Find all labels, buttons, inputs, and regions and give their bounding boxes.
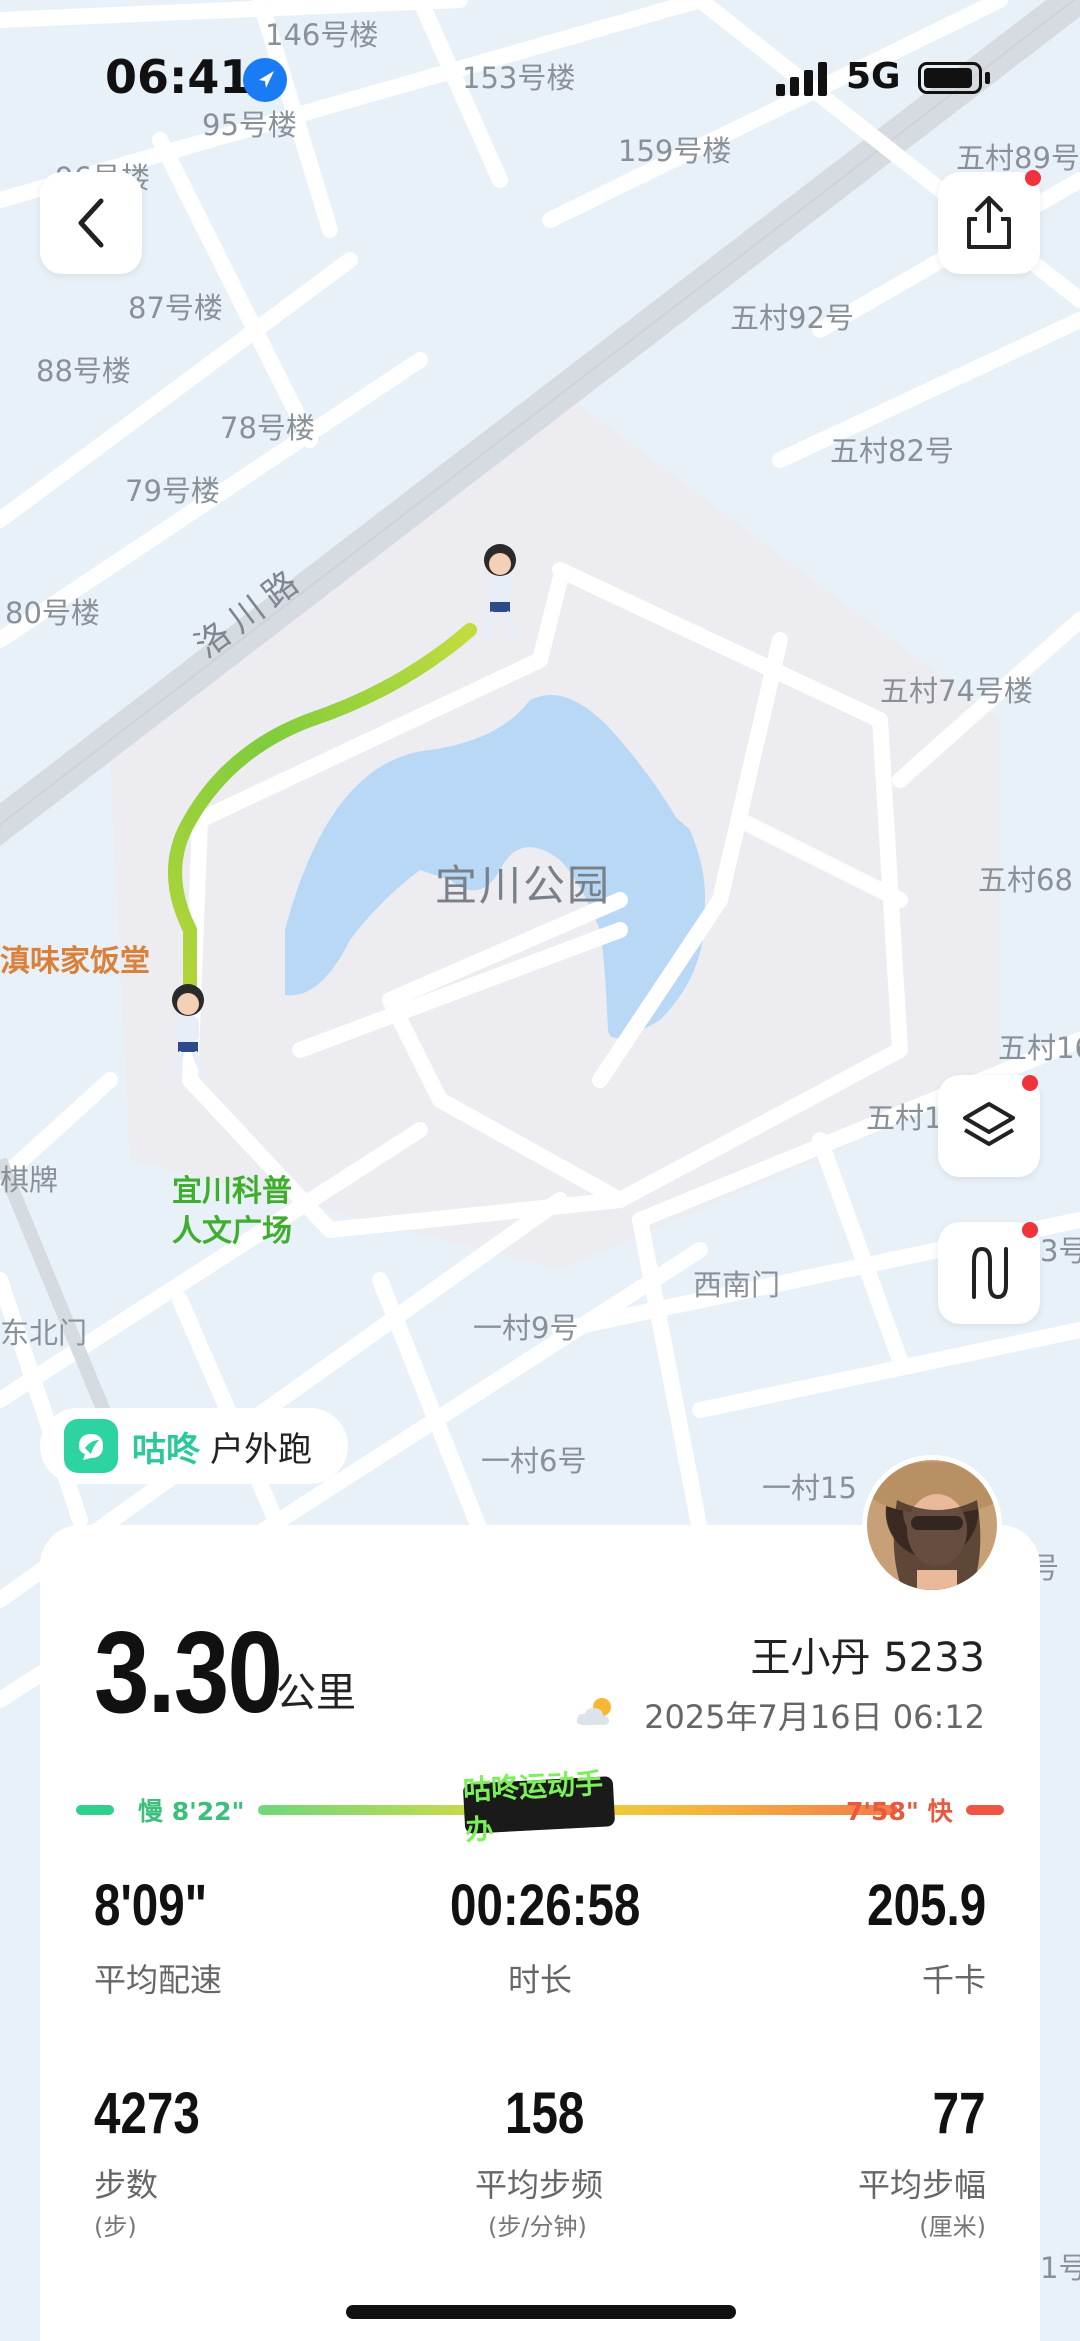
pace-range-bar: 慢 8'22" 咕咚运动手办 7'58" 快 xyxy=(76,1767,1004,1847)
duration-label: 时长 xyxy=(508,1961,573,1999)
map-label: 88号楼 xyxy=(36,354,131,388)
share-notification-dot xyxy=(1025,170,1041,186)
map-label: 五村16 xyxy=(998,1031,1080,1065)
user-avatar[interactable] xyxy=(862,1455,1002,1595)
avg-pace-value: 8'09" xyxy=(94,1873,208,1938)
map-label: 东北门 xyxy=(0,1316,88,1350)
back-button[interactable] xyxy=(40,172,142,274)
map-label: 一村15 xyxy=(762,1471,857,1505)
cadence-unit: (步/分钟) xyxy=(488,2213,587,2241)
route-notification-dot xyxy=(1022,1222,1038,1238)
route-curve-icon xyxy=(972,1246,1008,1300)
activity-source-badge: 咕咚 户外跑 xyxy=(40,1408,348,1484)
share-icon xyxy=(967,196,1011,249)
map-label: 五村68 xyxy=(978,863,1073,897)
activity-type: 户外跑 xyxy=(210,1429,312,1470)
poi-restaurant[interactable]: 滇味家饭堂 xyxy=(0,936,150,980)
calories-value: 205.9 xyxy=(866,1873,986,1938)
layers-icon xyxy=(963,1102,1015,1146)
cadence-value: 158 xyxy=(505,2081,585,2146)
map-label: 五村1 xyxy=(866,1101,943,1135)
route-style-button[interactable] xyxy=(938,1222,1040,1324)
map-label: 五村82号 xyxy=(830,434,954,468)
distance-unit: 公里 xyxy=(276,1670,356,1716)
map-label: 西南门 xyxy=(693,1268,781,1302)
battery-tip xyxy=(985,72,990,84)
map-label: 棋牌 xyxy=(0,1163,59,1197)
map-label: 78号楼 xyxy=(220,411,315,445)
signal-icon xyxy=(776,62,832,100)
pace-fastest: 7'58" 快 xyxy=(846,1797,953,1826)
map-label: 79号楼 xyxy=(125,474,220,508)
stride-unit: (厘米) xyxy=(919,2213,986,2241)
pace-slow-dash xyxy=(76,1805,114,1815)
map-label: 五村92号 xyxy=(730,301,854,335)
layers-notification-dot xyxy=(1022,1075,1038,1091)
network-type: 5G xyxy=(846,56,901,97)
steps-value: 4273 xyxy=(94,2081,200,2146)
map-label: 一村9号 xyxy=(473,1311,579,1345)
avg-pace-label: 平均配速 xyxy=(94,1961,223,1999)
home-indicator[interactable] xyxy=(346,2305,736,2319)
share-button[interactable] xyxy=(938,172,1040,274)
map-label: 五村74号楼 xyxy=(880,674,1033,708)
activity-date: 2025年7月16日 06:12 xyxy=(644,1698,985,1736)
codoon-figurine-logo: 咕咚运动手办 xyxy=(462,1767,616,1847)
status-bar: 06:41 5G xyxy=(0,0,1080,150)
status-time: 06:41 xyxy=(105,50,252,104)
distance-value: 3.30 xyxy=(94,1607,283,1737)
battery-icon xyxy=(918,62,982,94)
park-label: 宜川公园 xyxy=(435,861,612,910)
user-name[interactable]: 王小丹 5233 xyxy=(750,1625,985,1683)
map-label: 3号 xyxy=(1040,1234,1080,1268)
stride-label: 平均步幅 xyxy=(857,2166,986,2204)
duration-value: 00:26:58 xyxy=(450,1873,641,1938)
location-arrow-icon xyxy=(243,58,287,102)
partly-cloudy-icon xyxy=(576,1698,611,1725)
poi-plaza-line2: 人文广场 xyxy=(172,1214,292,1249)
steps-unit: (步) xyxy=(94,2213,137,2241)
steps-label: 步数 xyxy=(94,2166,159,2204)
map-label: 一村6号 xyxy=(481,1444,587,1478)
pace-slowest: 慢 8'22" xyxy=(138,1797,245,1826)
map-label: 87号楼 xyxy=(128,291,223,325)
map-layers-button[interactable] xyxy=(938,1075,1040,1177)
pace-fast-dash xyxy=(966,1805,1004,1815)
app-name: 咕咚 xyxy=(132,1429,200,1470)
codoon-logo-icon xyxy=(64,1419,118,1473)
calories-label: 千卡 xyxy=(921,1961,986,1999)
stride-value: 77 xyxy=(933,2081,986,2146)
map-label: 80号楼 xyxy=(5,596,100,630)
cadence-label: 平均步频 xyxy=(475,2166,604,2204)
poi-plaza-line1: 宜川科普 xyxy=(172,1174,292,1209)
chevron-left-icon xyxy=(78,198,104,248)
poi-plaza[interactable]: 宜川科普 人文广场 xyxy=(172,1172,292,1252)
map-label: 1号 xyxy=(1040,2251,1080,2285)
